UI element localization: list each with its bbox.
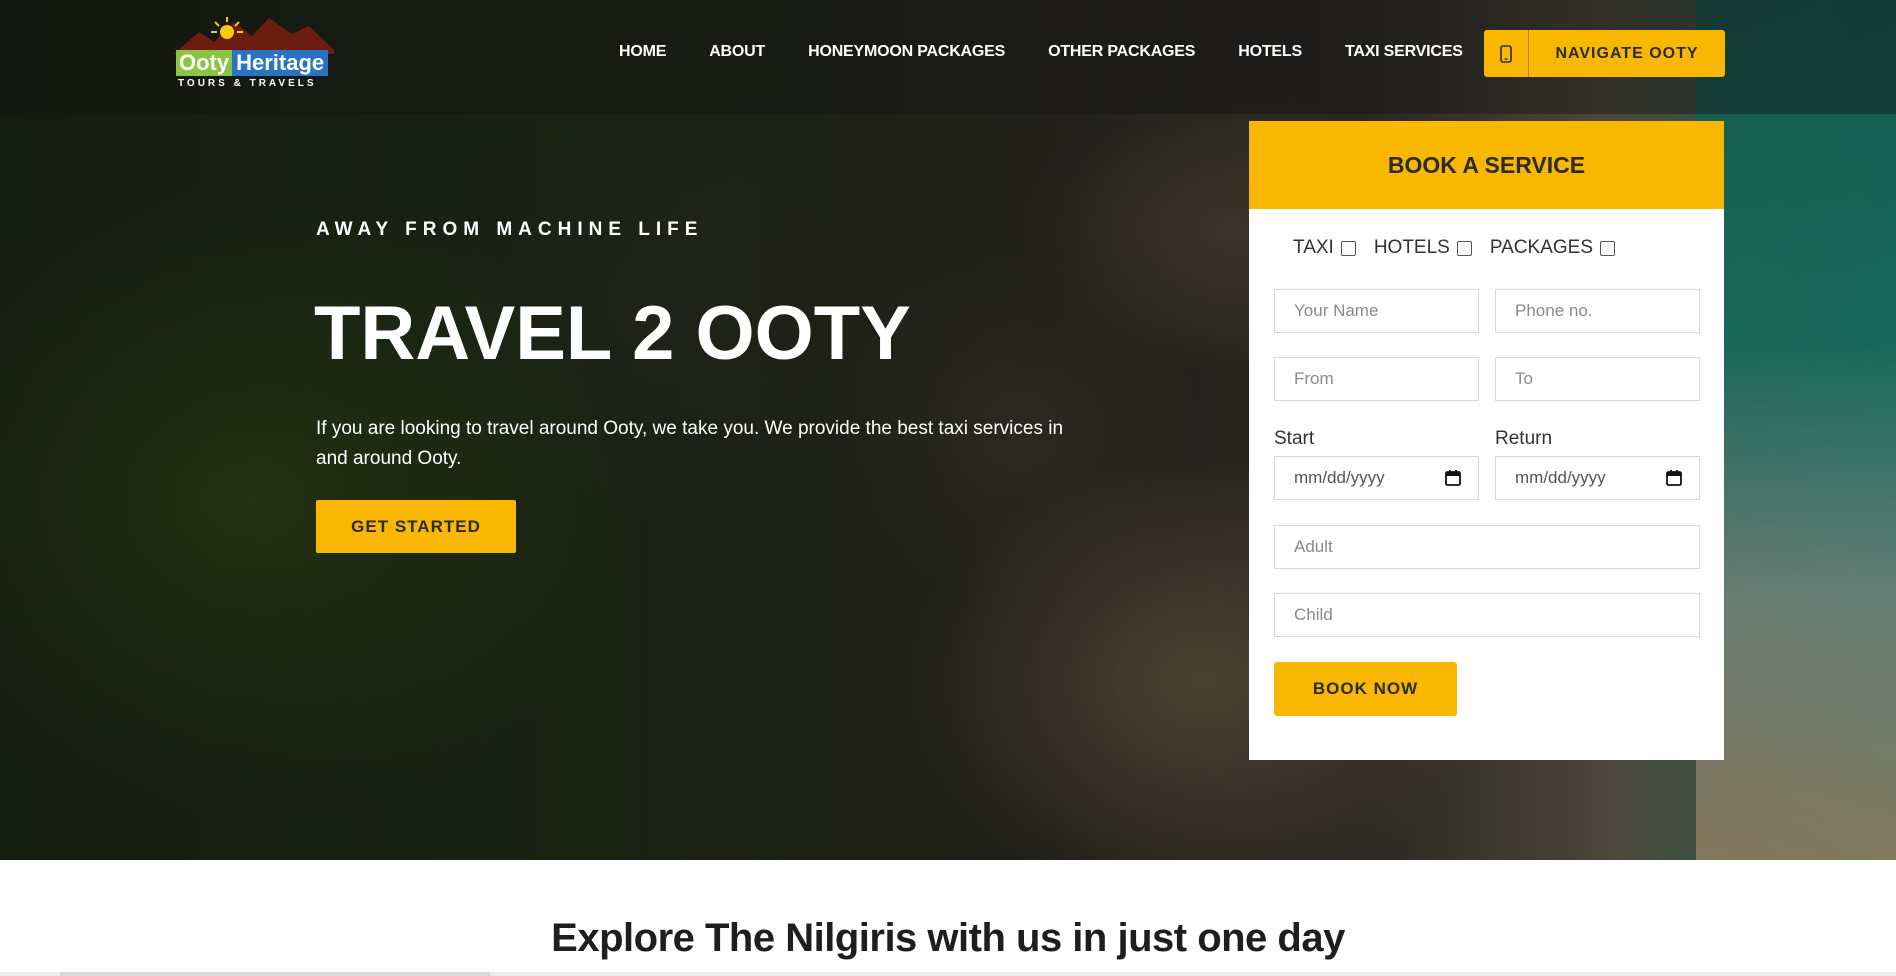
hero-title: TRAVEL 2 OOTY <box>314 291 911 376</box>
phone-input[interactable] <box>1515 290 1699 332</box>
option-packages[interactable]: PACKAGES <box>1490 237 1615 259</box>
service-options: TAXI HOTELS PACKAGES <box>1293 237 1633 259</box>
nav-other-packages[interactable]: OTHER PACKAGES <box>1048 43 1195 61</box>
return-date-value: mm/dd/yyyy <box>1515 468 1606 487</box>
hero-tagline: AWAY FROM MACHINE LIFE <box>316 219 704 240</box>
adult-input[interactable] <box>1294 526 1699 568</box>
child-field[interactable] <box>1274 593 1700 637</box>
nav-home[interactable]: HOME <box>619 43 666 61</box>
return-date-field[interactable]: mm/dd/yyyy <box>1495 456 1700 500</box>
logo-wordmark: Ooty Heritage <box>176 50 329 76</box>
nav-taxi-services[interactable]: TAXI SERVICES <box>1345 43 1463 61</box>
to-input[interactable] <box>1515 358 1699 400</box>
bottom-divider-accent <box>60 972 490 976</box>
option-hotels-label: HOTELS <box>1373 237 1450 258</box>
taxi-checkbox[interactable] <box>1340 240 1356 256</box>
booking-card-title: BOOK A SERVICE <box>1249 121 1724 209</box>
nav-honeymoon-packages[interactable]: HONEYMOON PACKAGES <box>808 43 1005 61</box>
navigate-ooty-label: NAVIGATE OOTY <box>1555 44 1699 62</box>
logo-word-heritage: Heritage <box>232 50 329 76</box>
navigate-ooty-button[interactable]: NAVIGATE OOTY <box>1484 30 1725 77</box>
option-hotels[interactable]: HOTELS <box>1374 237 1472 259</box>
calendar-icon[interactable] <box>1444 469 1462 487</box>
main-nav: HOME ABOUT HONEYMOON PACKAGES OTHER PACK… <box>619 43 1506 61</box>
start-date-label: Start <box>1274 428 1315 449</box>
calendar-icon[interactable] <box>1665 469 1683 487</box>
adult-field[interactable] <box>1274 525 1700 569</box>
nav-about[interactable]: ABOUT <box>709 43 765 61</box>
booking-card: BOOK A SERVICE TAXI HOTELS PACKAGES Star… <box>1249 121 1724 760</box>
hero-description: If you are looking to travel around Ooty… <box>316 418 1064 469</box>
phone-field[interactable] <box>1495 289 1700 333</box>
packages-checkbox[interactable] <box>1600 240 1615 256</box>
start-date-field[interactable]: mm/dd/yyyy <box>1274 456 1479 500</box>
from-field[interactable] <box>1274 357 1479 401</box>
option-taxi-label: TAXI <box>1293 237 1334 258</box>
return-date-label: Return <box>1495 428 1553 449</box>
sun-mountain-icon <box>174 17 334 54</box>
option-taxi[interactable]: TAXI <box>1293 237 1356 259</box>
book-now-button[interactable]: BOOK NOW <box>1274 662 1457 716</box>
name-field[interactable] <box>1274 289 1479 333</box>
option-packages-label: PACKAGES <box>1489 237 1593 258</box>
site-logo[interactable]: Ooty Heritage TOURS & TRAVELS <box>174 14 334 94</box>
logo-subtitle: TOURS & TRAVELS <box>178 78 317 89</box>
section-title: Explore The Nilgiris with us in just one… <box>551 916 1345 960</box>
nav-hotels[interactable]: HOTELS <box>1238 43 1302 61</box>
to-field[interactable] <box>1495 357 1700 401</box>
get-started-button[interactable]: GET STARTED <box>316 500 516 553</box>
site-header: Ooty Heritage TOURS & TRAVELS HOME ABOUT… <box>0 0 1896 114</box>
name-input[interactable] <box>1294 290 1478 332</box>
hotels-checkbox[interactable] <box>1456 240 1472 256</box>
start-date-value: mm/dd/yyyy <box>1294 468 1385 487</box>
phone-icon <box>1484 30 1529 77</box>
child-input[interactable] <box>1294 594 1699 636</box>
logo-word-ooty: Ooty <box>176 50 233 76</box>
from-input[interactable] <box>1294 358 1478 400</box>
